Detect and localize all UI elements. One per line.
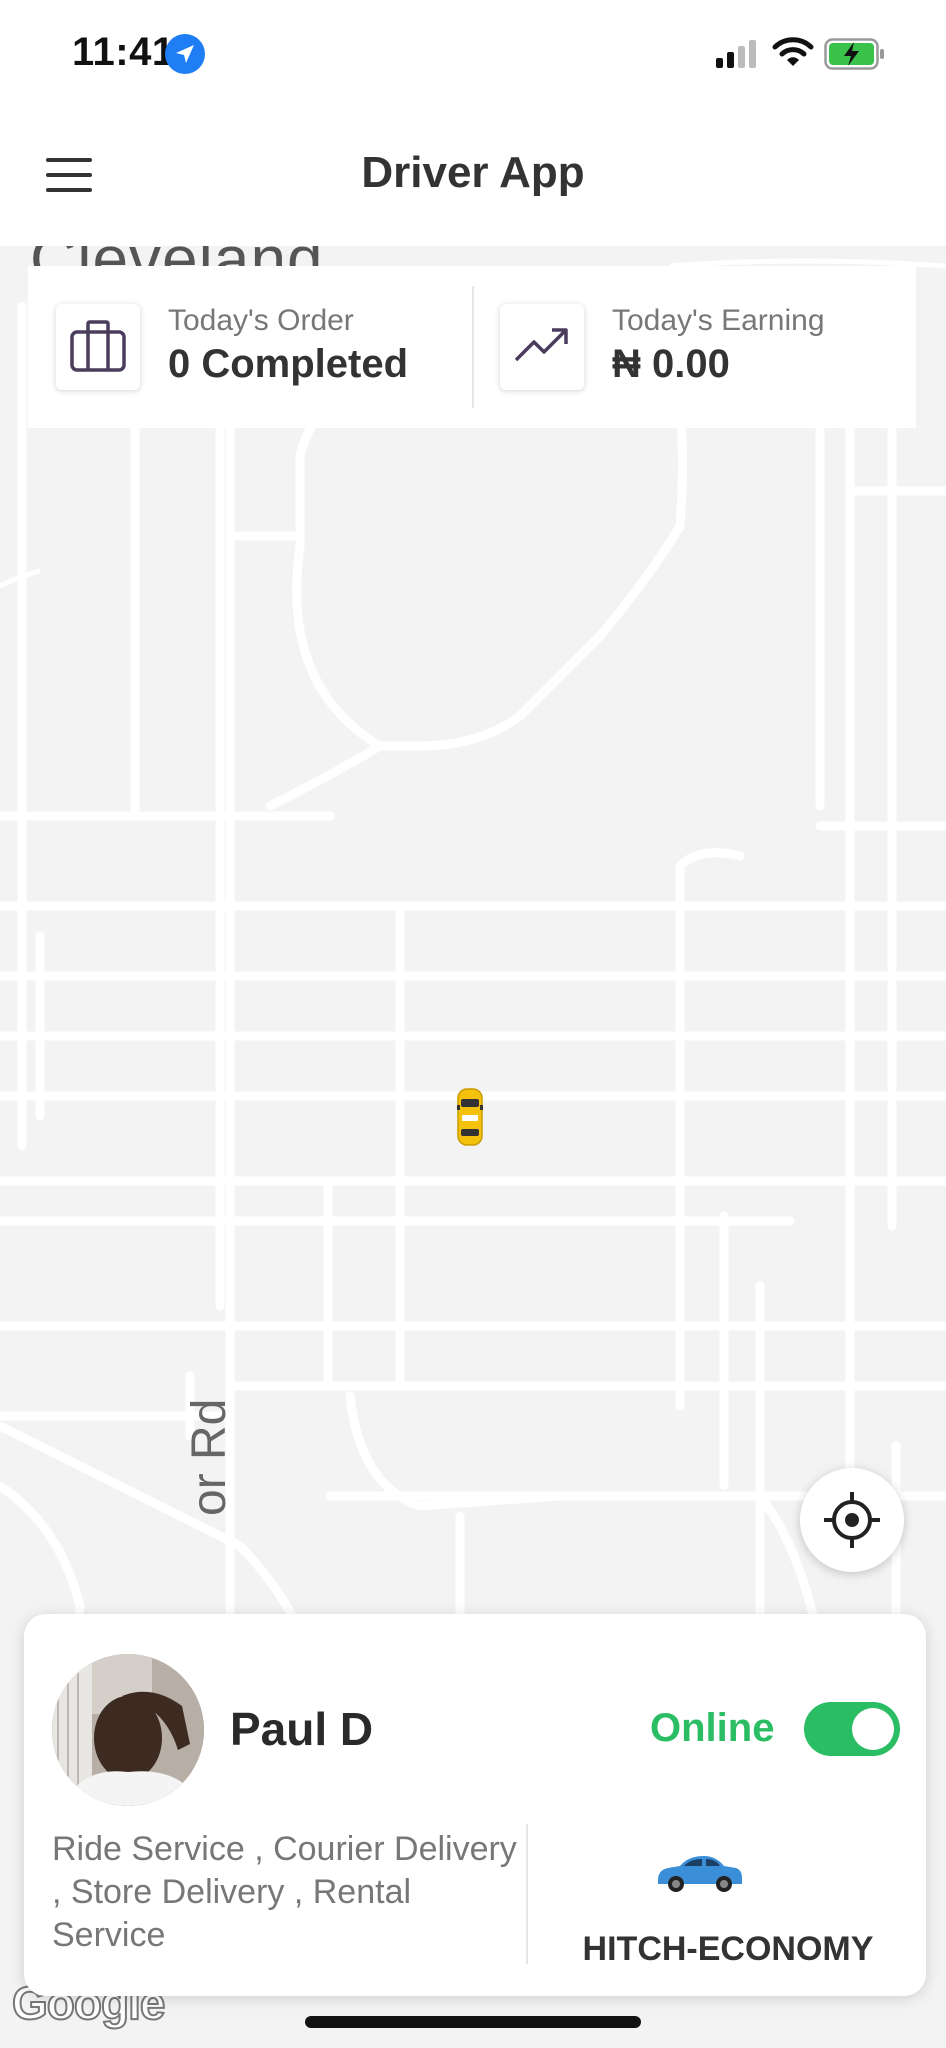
- todays-earning-value: ₦ 0.00: [612, 342, 730, 386]
- card-divider: [526, 1824, 528, 1964]
- status-time: 11:41: [72, 30, 175, 74]
- cellular-signal-icon: [716, 40, 760, 68]
- status-bar: 11:41: [0, 0, 946, 108]
- app-header: Driver App: [0, 108, 946, 246]
- location-arrow-icon: [165, 34, 205, 74]
- todays-order-value: 0 Completed: [168, 342, 409, 386]
- battery-charging-icon: [824, 38, 886, 70]
- trending-up-icon: [500, 304, 584, 390]
- toggle-knob: [852, 1708, 894, 1750]
- stats-card: Today's Order 0 Completed Today's Earnin…: [28, 266, 916, 428]
- driver-name: Paul D: [230, 1703, 374, 1755]
- locate-me-button[interactable]: [800, 1468, 904, 1572]
- services-list: Ride Service , Courier Delivery , Store …: [52, 1830, 517, 1954]
- online-status-label: Online: [650, 1706, 775, 1750]
- map-road-label: or Rd: [183, 1398, 236, 1516]
- todays-earning-label: Today's Earning: [612, 304, 825, 337]
- todays-earning-stat: Today's Earning ₦ 0.00: [472, 266, 916, 428]
- page-title: Driver App: [361, 148, 585, 197]
- taxi-car-icon[interactable]: [456, 1087, 484, 1147]
- vehicle-type-label: HITCH-ECONOMY: [582, 1930, 874, 1968]
- briefcase-icon: [56, 304, 140, 390]
- avatar[interactable]: [52, 1654, 204, 1806]
- todays-order-label: Today's Order: [168, 304, 354, 337]
- crosshair-locate-icon: [824, 1492, 880, 1548]
- wifi-icon: [772, 36, 814, 68]
- online-toggle[interactable]: [804, 1702, 900, 1756]
- home-indicator[interactable]: [305, 2016, 641, 2028]
- car-icon: [654, 1846, 744, 1896]
- driver-card: Paul D Online Ride Service , Courier Del…: [24, 1614, 926, 1996]
- todays-order-stat: Today's Order 0 Completed: [28, 266, 472, 428]
